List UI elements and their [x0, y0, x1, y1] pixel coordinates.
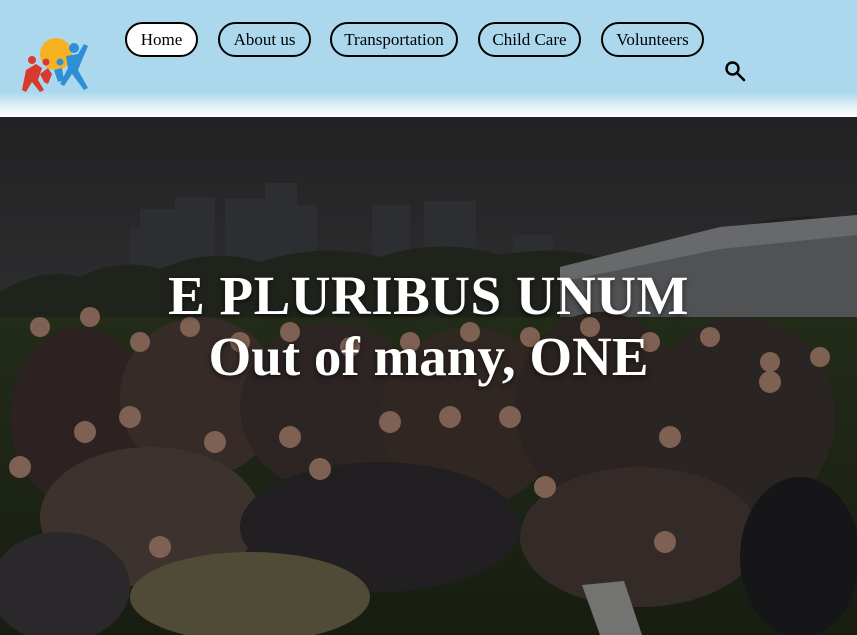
nav-home-button[interactable]: Home: [125, 22, 198, 57]
nav-volunteers-button[interactable]: Volunteers: [601, 22, 704, 57]
hero-banner: E PLURIBUS UNUM Out of many, ONE: [0, 117, 857, 635]
search-icon[interactable]: [724, 60, 746, 82]
hero-title-line1: E PLURIBUS UNUM: [168, 265, 689, 326]
hero-title-line2: Out of many, ONE: [208, 326, 649, 387]
family-logo-icon[interactable]: [22, 34, 92, 94]
nav-child-care-button[interactable]: Child Care: [478, 22, 581, 57]
site-header: Home About us Transportation Child Care …: [0, 0, 857, 117]
nav-transportation-button[interactable]: Transportation: [330, 22, 458, 57]
nav-about-button[interactable]: About us: [218, 22, 311, 57]
